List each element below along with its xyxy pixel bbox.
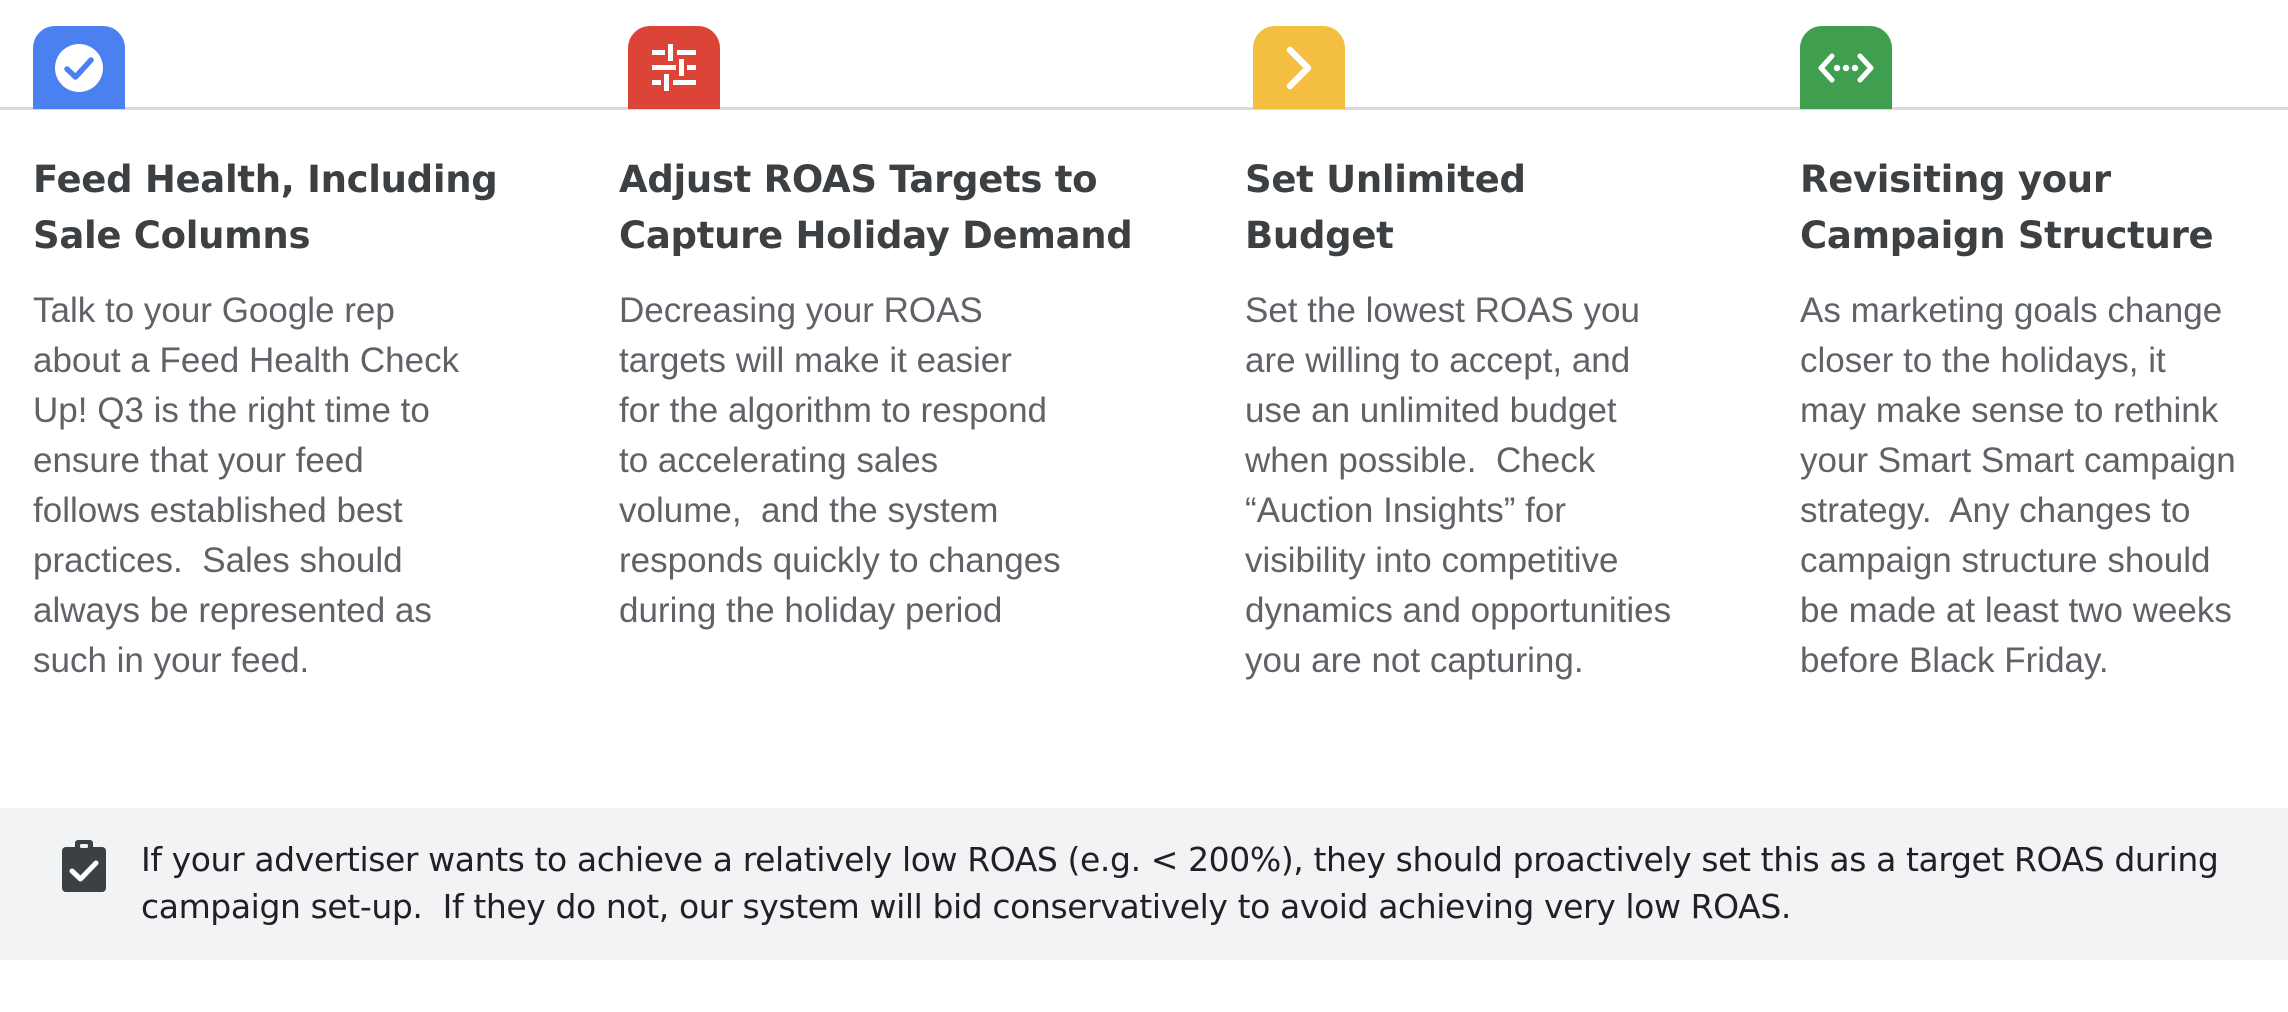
tip-body-line: Talk to your Google rep — [33, 291, 395, 330]
tip-body-line: Decreasing your ROAS — [619, 291, 983, 330]
note-line: If your advertiser wants to achieve a re… — [141, 840, 2219, 879]
tip-title-line: Sale Columns — [33, 214, 311, 257]
tip-body-line: practices. Sales should — [33, 541, 403, 580]
chevron-right-icon — [1253, 26, 1345, 109]
tip-body-line: dynamics and opportunities — [1245, 591, 1672, 630]
tip-title: Revisiting your Campaign Structure — [1800, 152, 2270, 264]
tune-sliders-icon — [628, 26, 720, 109]
tip-body-line: campaign structure should — [1800, 541, 2211, 580]
tip-body-line: use an unlimited budget — [1245, 391, 1617, 430]
tip-column-campaign-structure: Revisiting your Campaign Structure As ma… — [1800, 152, 2270, 686]
note-line: campaign set-up. If they do not, our sys… — [141, 887, 1791, 926]
tip-body-line: targets will make it easier — [619, 341, 1012, 380]
tip-title-line: Feed Health, Including — [33, 158, 498, 201]
header-divider — [0, 107, 2288, 110]
tip-title: Feed Health, Including Sale Columns — [33, 152, 498, 264]
tip-body-line: strategy. Any changes to — [1800, 491, 2191, 530]
tip-body-line: “Auction Insights” for — [1245, 491, 1566, 530]
tip-body-line: such in your feed. — [33, 641, 310, 680]
tip-body-line: closer to the holidays, it — [1800, 341, 2166, 380]
note-text: If your advertiser wants to achieve a re… — [141, 836, 2219, 930]
tip-body: As marketing goals change closer to the … — [1800, 286, 2270, 686]
tip-body-line: Up! Q3 is the right time to — [33, 391, 430, 430]
tip-body-line: may make sense to rethink — [1800, 391, 2219, 430]
check-circle-icon — [33, 26, 125, 109]
tip-body-line: ensure that your feed — [33, 441, 364, 480]
tip-body-line: responds quickly to changes — [619, 541, 1061, 580]
clipboard-check-icon — [60, 838, 108, 894]
tip-title-line: Capture Holiday Demand — [619, 214, 1133, 257]
tip-column-feed-health: Feed Health, Including Sale Columns Talk… — [33, 152, 498, 686]
tip-body-line: during the holiday period — [619, 591, 1003, 630]
tip-body-line: before Black Friday. — [1800, 641, 2109, 680]
tip-title-line: Budget — [1245, 214, 1394, 257]
tip-title-line: Set Unlimited — [1245, 158, 1526, 201]
tip-body: Decreasing your ROAS targets will make i… — [619, 286, 1139, 636]
note-callout: If your advertiser wants to achieve a re… — [0, 808, 2288, 960]
tip-column-unlimited-budget: Set Unlimited Budget Set the lowest ROAS… — [1245, 152, 1745, 686]
settings-ethernet-icon — [1800, 26, 1892, 109]
tip-body-line: you are not capturing. — [1245, 641, 1584, 680]
tip-body-line: your Smart Smart campaign — [1800, 441, 2236, 480]
tip-body-line: are willing to accept, and — [1245, 341, 1631, 380]
tip-body-line: when possible. Check — [1245, 441, 1596, 480]
tip-title-line: Campaign Structure — [1800, 214, 2214, 257]
tip-body-line: about a Feed Health Check — [33, 341, 460, 380]
tip-body: Set the lowest ROAS you are willing to a… — [1245, 286, 1745, 686]
tip-body-line: be made at least two weeks — [1800, 591, 2232, 630]
tip-body-line: for the algorithm to respond — [619, 391, 1048, 430]
tip-title-line: Revisiting your — [1800, 158, 2111, 201]
tip-body-line: Set the lowest ROAS you — [1245, 291, 1640, 330]
tip-body: Talk to your Google rep about a Feed Hea… — [33, 286, 493, 686]
tip-title-line: Adjust ROAS Targets to — [619, 158, 1098, 201]
tip-title: Adjust ROAS Targets to Capture Holiday D… — [619, 152, 1139, 264]
tip-title: Set Unlimited Budget — [1245, 152, 1745, 264]
tip-column-adjust-roas: Adjust ROAS Targets to Capture Holiday D… — [619, 152, 1139, 636]
tip-body-line: As marketing goals change — [1800, 291, 2223, 330]
tip-body-line: visibility into competitive — [1245, 541, 1619, 580]
tip-body-line: volume, and the system — [619, 491, 999, 530]
tip-body-line: to accelerating sales — [619, 441, 939, 480]
tip-body-line: always be represented as — [33, 591, 432, 630]
tip-body-line: follows established best — [33, 491, 403, 530]
